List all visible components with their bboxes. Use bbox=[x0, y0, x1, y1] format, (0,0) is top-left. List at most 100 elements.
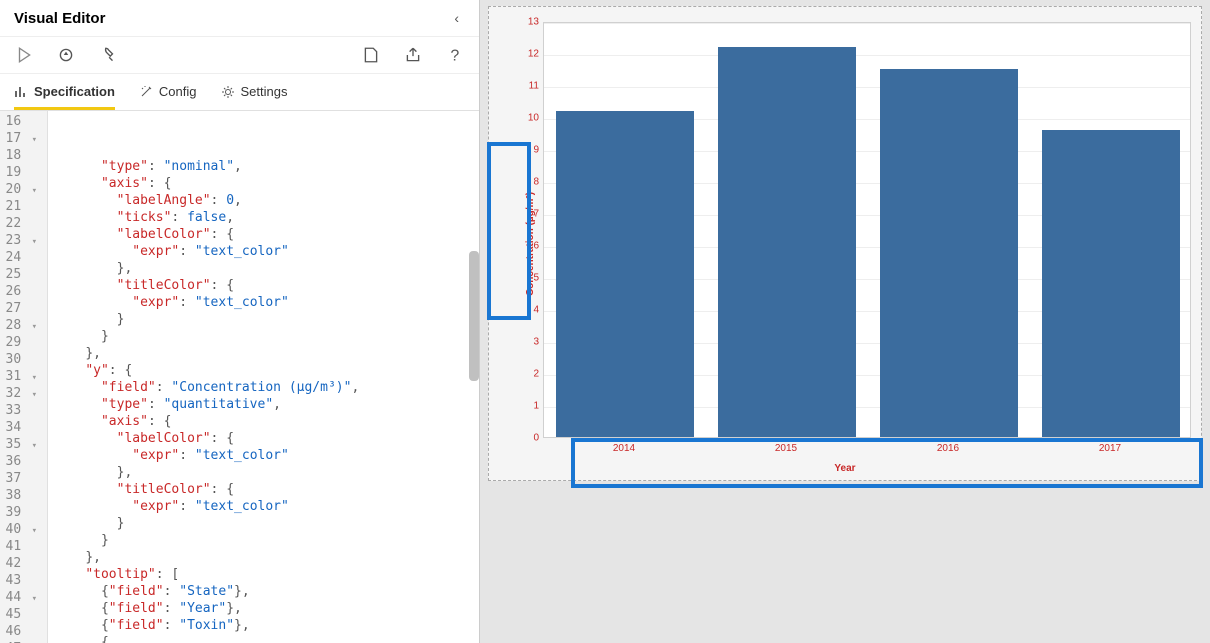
code-line[interactable]: }, bbox=[54, 464, 473, 481]
line-number: 30 bbox=[2, 351, 37, 368]
collapse-panel-button[interactable]: ‹ bbox=[448, 8, 465, 28]
code-line[interactable]: "expr": "text_color" bbox=[54, 498, 473, 515]
y-tick: 11 bbox=[523, 81, 539, 92]
y-tick: 2 bbox=[523, 369, 539, 380]
bar[interactable] bbox=[718, 47, 856, 437]
line-number: 42 bbox=[2, 555, 37, 572]
x-tick: 2014 bbox=[613, 443, 635, 454]
code-line[interactable]: "expr": "text_color" bbox=[54, 243, 473, 260]
code-line[interactable]: {"field": "State"}, bbox=[54, 583, 473, 600]
wand-icon bbox=[139, 85, 153, 99]
chart-icon bbox=[14, 85, 28, 99]
y-tick: 10 bbox=[523, 113, 539, 124]
code-line[interactable]: } bbox=[54, 311, 473, 328]
y-tick: 3 bbox=[523, 337, 539, 348]
code-area[interactable]: "type": "nominal", "axis": { "labelAngle… bbox=[48, 111, 479, 643]
code-line[interactable]: "type": "quantitative", bbox=[54, 396, 473, 413]
code-line[interactable]: "labelAngle": 0, bbox=[54, 192, 473, 209]
code-line[interactable]: "y": { bbox=[54, 362, 473, 379]
help-icon[interactable]: ? bbox=[445, 45, 465, 65]
tab-specification[interactable]: Specification bbox=[14, 74, 115, 110]
code-line[interactable]: }, bbox=[54, 549, 473, 566]
y-tick: 4 bbox=[523, 305, 539, 316]
x-tick: 2015 bbox=[775, 443, 797, 454]
code-editor[interactable]: 16 17 ▾18 19 20 ▾21 22 23 ▾24 25 26 27 2… bbox=[0, 111, 479, 643]
auto-apply-icon[interactable] bbox=[56, 45, 76, 65]
code-line[interactable]: "tooltip": [ bbox=[54, 566, 473, 583]
line-number: 32 ▾ bbox=[2, 385, 37, 402]
code-line[interactable]: }, bbox=[54, 260, 473, 277]
line-number: 27 bbox=[2, 300, 37, 317]
y-tick: 1 bbox=[523, 401, 539, 412]
code-line[interactable]: "titleColor": { bbox=[54, 277, 473, 294]
grid-line bbox=[544, 23, 1190, 24]
bar[interactable] bbox=[880, 69, 1018, 437]
line-number: 26 bbox=[2, 283, 37, 300]
code-line[interactable]: "type": "nominal", bbox=[54, 158, 473, 175]
code-line[interactable]: }, bbox=[54, 345, 473, 362]
line-number: 22 bbox=[2, 215, 37, 232]
editor-panel: Visual Editor ‹ bbox=[0, 0, 480, 643]
y-tick: 13 bbox=[523, 17, 539, 28]
bar[interactable] bbox=[1042, 130, 1180, 437]
x-tick: 2016 bbox=[937, 443, 959, 454]
code-line[interactable]: {"field": "Year"}, bbox=[54, 600, 473, 617]
repair-icon[interactable] bbox=[98, 45, 118, 65]
code-line[interactable]: "field": "Concentration (µg/m³)", bbox=[54, 379, 473, 396]
line-number: 24 bbox=[2, 249, 37, 266]
line-number: 36 bbox=[2, 453, 37, 470]
line-number: 38 bbox=[2, 487, 37, 504]
tab-settings-label: Settings bbox=[241, 84, 288, 99]
scrollbar-thumb[interactable] bbox=[469, 251, 479, 381]
y-tick: 12 bbox=[523, 49, 539, 60]
line-number: 43 bbox=[2, 572, 37, 589]
tab-bar: Specification Config Settings bbox=[0, 74, 479, 111]
bar[interactable] bbox=[556, 111, 694, 437]
workspace: Visual Editor ‹ bbox=[0, 0, 1210, 643]
code-line[interactable]: "expr": "text_color" bbox=[54, 294, 473, 311]
line-number: 18 bbox=[2, 147, 37, 164]
code-line[interactable]: "expr": "text_color" bbox=[54, 447, 473, 464]
code-line[interactable]: } bbox=[54, 515, 473, 532]
x-axis-label: Year bbox=[834, 463, 855, 474]
tab-specification-label: Specification bbox=[34, 84, 115, 99]
line-number: 17 ▾ bbox=[2, 130, 37, 147]
grid-line bbox=[544, 87, 1190, 88]
line-gutter: 16 17 ▾18 19 20 ▾21 22 23 ▾24 25 26 27 2… bbox=[0, 111, 48, 643]
toolbar: ? bbox=[0, 37, 479, 74]
line-number: 34 bbox=[2, 419, 37, 436]
tab-config[interactable]: Config bbox=[139, 74, 197, 110]
code-line[interactable]: } bbox=[54, 532, 473, 549]
line-number: 20 ▾ bbox=[2, 181, 37, 198]
play-icon[interactable] bbox=[14, 45, 34, 65]
grid-line bbox=[544, 55, 1190, 56]
code-line[interactable]: "ticks": false, bbox=[54, 209, 473, 226]
export-icon[interactable] bbox=[403, 45, 423, 65]
line-number: 37 bbox=[2, 470, 37, 487]
new-spec-icon[interactable] bbox=[361, 45, 381, 65]
y-tick: 0 bbox=[523, 433, 539, 444]
gear-icon bbox=[221, 85, 235, 99]
code-line[interactable]: "titleColor": { bbox=[54, 481, 473, 498]
tab-settings[interactable]: Settings bbox=[221, 74, 288, 110]
code-line[interactable]: "axis": { bbox=[54, 175, 473, 192]
line-number: 40 ▾ bbox=[2, 521, 37, 538]
y-tick: 9 bbox=[523, 145, 539, 156]
line-number: 35 ▾ bbox=[2, 436, 37, 453]
tab-config-label: Config bbox=[159, 84, 197, 99]
line-number: 25 bbox=[2, 266, 37, 283]
code-line[interactable]: {"field": "Toxin"}, bbox=[54, 617, 473, 634]
x-tick: 2017 bbox=[1099, 443, 1121, 454]
code-line[interactable]: } bbox=[54, 328, 473, 345]
code-line[interactable]: "labelColor": { bbox=[54, 430, 473, 447]
code-line[interactable]: "axis": { bbox=[54, 413, 473, 430]
code-line[interactable]: "labelColor": { bbox=[54, 226, 473, 243]
line-number: 39 bbox=[2, 504, 37, 521]
y-tick: 8 bbox=[523, 177, 539, 188]
line-number: 16 bbox=[2, 113, 37, 130]
line-number: 46 bbox=[2, 623, 37, 640]
y-tick: 6 bbox=[523, 241, 539, 252]
plot-area bbox=[543, 22, 1191, 438]
code-line[interactable]: { bbox=[54, 634, 473, 643]
line-number: 45 bbox=[2, 606, 37, 623]
